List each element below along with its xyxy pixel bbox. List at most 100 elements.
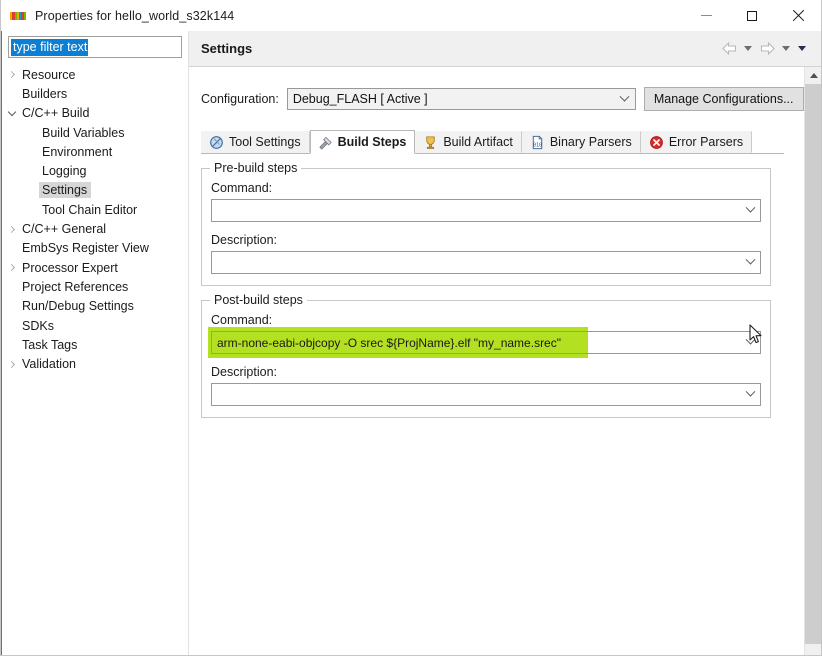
post-build-command-value: arm-none-eabi-objcopy -O srec ${ProjName… [212, 336, 561, 350]
chevron-down-icon [798, 46, 806, 51]
maximize-icon [747, 11, 757, 21]
sidebar-item-label: Builders [22, 87, 67, 101]
sidebar-item-c-c-general[interactable]: C/C++ General [2, 219, 188, 238]
scroll-up-icon [810, 73, 818, 78]
sidebar-item-processor-expert[interactable]: Processor Expert [2, 258, 188, 277]
tab-label: Build Artifact [443, 135, 512, 149]
sidebar-item-builders[interactable]: Builders [2, 84, 188, 103]
settings-page-panel: Settings [189, 31, 821, 655]
chevron-down-icon [740, 384, 760, 405]
post-build-steps-title: Post-build steps [210, 293, 307, 307]
settings-content-inner: Configuration: Debug_FLASH [ Active ] Ma… [189, 67, 804, 655]
chevron-right-icon[interactable] [2, 72, 22, 77]
configuration-value: Debug_FLASH [ Active ] [288, 92, 428, 106]
sidebar-item-environment[interactable]: Environment [2, 142, 188, 161]
sidebar-item-run-debug-settings[interactable]: Run/Debug Settings [2, 297, 188, 316]
pre-build-steps-group: Pre-build steps Command: Description: [201, 168, 771, 286]
sidebar-item-task-tags[interactable]: Task Tags [2, 335, 188, 354]
minimize-icon [701, 15, 712, 16]
chevron-down-icon [782, 46, 790, 51]
back-button[interactable] [719, 39, 739, 59]
dialog-body: type filter text Resource Builders C/C++ B… [1, 31, 821, 655]
build-steps-icon [318, 135, 333, 150]
tab-error-parsers[interactable]: Error Parsers [641, 131, 752, 153]
sidebar-item-settings[interactable]: Settings [2, 181, 188, 200]
chevron-down-icon[interactable] [2, 112, 22, 115]
sidebar-item-label: Processor Expert [22, 261, 118, 275]
chevron-down-icon [744, 46, 752, 51]
tab-label: Build Steps [338, 135, 407, 149]
configuration-row: Configuration: Debug_FLASH [ Active ] Ma… [201, 87, 804, 111]
sidebar-item-label: Build Variables [42, 126, 124, 140]
sidebar-item-validation[interactable]: Validation [2, 354, 188, 373]
filter-input-text: type filter text [11, 39, 88, 56]
back-history-button[interactable] [741, 39, 755, 59]
sidebar-item-logging[interactable]: Logging [2, 161, 188, 180]
search-input[interactable]: type filter text [8, 36, 182, 58]
tab-label: Error Parsers [669, 135, 743, 149]
page-nav [719, 39, 813, 59]
sidebar-item-label: Validation [22, 357, 76, 371]
sidebar-item-label: Tool Chain Editor [42, 203, 137, 217]
sidebar-item-embsys-register-view[interactable]: EmbSys Register View [2, 239, 188, 258]
minimize-button[interactable] [683, 0, 729, 31]
scrollbar-thumb[interactable] [805, 84, 822, 644]
sidebar-item-c-c-build[interactable]: C/C++ Build [2, 104, 188, 123]
pre-build-description-input[interactable] [211, 251, 761, 274]
settings-tree-panel: type filter text Resource Builders C/C++ B… [1, 31, 189, 655]
tab-build-steps[interactable]: Build Steps [310, 130, 416, 154]
error-parsers-icon [649, 135, 664, 150]
back-arrow-icon [722, 42, 737, 55]
sidebar-item-label: Run/Debug Settings [22, 299, 134, 313]
window-title: Properties for hello_world_s32k144 [35, 9, 234, 23]
page-menu-button[interactable] [795, 39, 809, 59]
chevron-right-icon[interactable] [2, 362, 22, 367]
manage-configurations-button[interactable]: Manage Configurations... [644, 87, 804, 111]
tab-binary-parsers[interactable]: 010Binary Parsers [522, 131, 641, 153]
post-build-command-label: Command: [211, 313, 761, 327]
title-bar: Properties for hello_world_s32k144 [1, 0, 821, 31]
tab-label: Tool Settings [229, 135, 301, 149]
chevron-right-icon[interactable] [2, 227, 22, 232]
svg-text:010: 010 [533, 142, 542, 148]
page-header: Settings [189, 31, 821, 67]
sidebar-item-label: Logging [42, 164, 87, 178]
configuration-label: Configuration: [201, 92, 279, 106]
pre-build-command-input[interactable] [211, 199, 761, 222]
forward-arrow-icon [760, 42, 775, 55]
chevron-down-icon [740, 252, 760, 273]
close-icon [792, 10, 804, 22]
settings-tree: Resource Builders C/C++ Build Build Variabl… [2, 65, 188, 374]
chevron-right-icon[interactable] [2, 265, 22, 270]
scroll-up-button[interactable] [805, 67, 822, 84]
sidebar-item-project-references[interactable]: Project References [2, 277, 188, 296]
page-title: Settings [201, 41, 252, 56]
maximize-button[interactable] [729, 0, 775, 31]
configuration-select[interactable]: Debug_FLASH [ Active ] [287, 88, 636, 110]
tab-build-artifact[interactable]: Build Artifact [415, 131, 521, 153]
sidebar-item-sdks[interactable]: SDKs [2, 316, 188, 335]
sidebar-item-label: C/C++ Build [22, 106, 89, 120]
forward-history-button[interactable] [779, 39, 793, 59]
sidebar-item-tool-chain-editor[interactable]: Tool Chain Editor [2, 200, 188, 219]
filter-area: type filter text [2, 31, 188, 58]
nxp-logo-icon [10, 8, 26, 24]
tool-settings-icon [209, 135, 224, 150]
pre-build-description-label: Description: [211, 233, 761, 247]
close-button[interactable] [775, 0, 821, 31]
post-build-steps-group: Post-build steps Command: arm-none-eabi-… [201, 300, 771, 418]
sidebar-item-label: Settings [39, 182, 91, 198]
tab-tool-settings[interactable]: Tool Settings [201, 131, 310, 153]
sidebar-item-label: Environment [42, 145, 112, 159]
post-build-description-input[interactable] [211, 383, 761, 406]
sidebar-item-resource[interactable]: Resource [2, 65, 188, 84]
sidebar-item-build-variables[interactable]: Build Variables [2, 123, 188, 142]
sidebar-item-label: SDKs [22, 319, 54, 333]
chevron-down-icon [740, 200, 760, 221]
window-controls [683, 0, 821, 31]
forward-button[interactable] [757, 39, 777, 59]
post-build-command-input[interactable]: arm-none-eabi-objcopy -O srec ${ProjName… [211, 331, 761, 354]
binary-parsers-icon: 010 [530, 135, 545, 150]
vertical-scrollbar[interactable] [804, 67, 821, 655]
post-build-command-wrap: arm-none-eabi-objcopy -O srec ${ProjName… [211, 331, 761, 354]
